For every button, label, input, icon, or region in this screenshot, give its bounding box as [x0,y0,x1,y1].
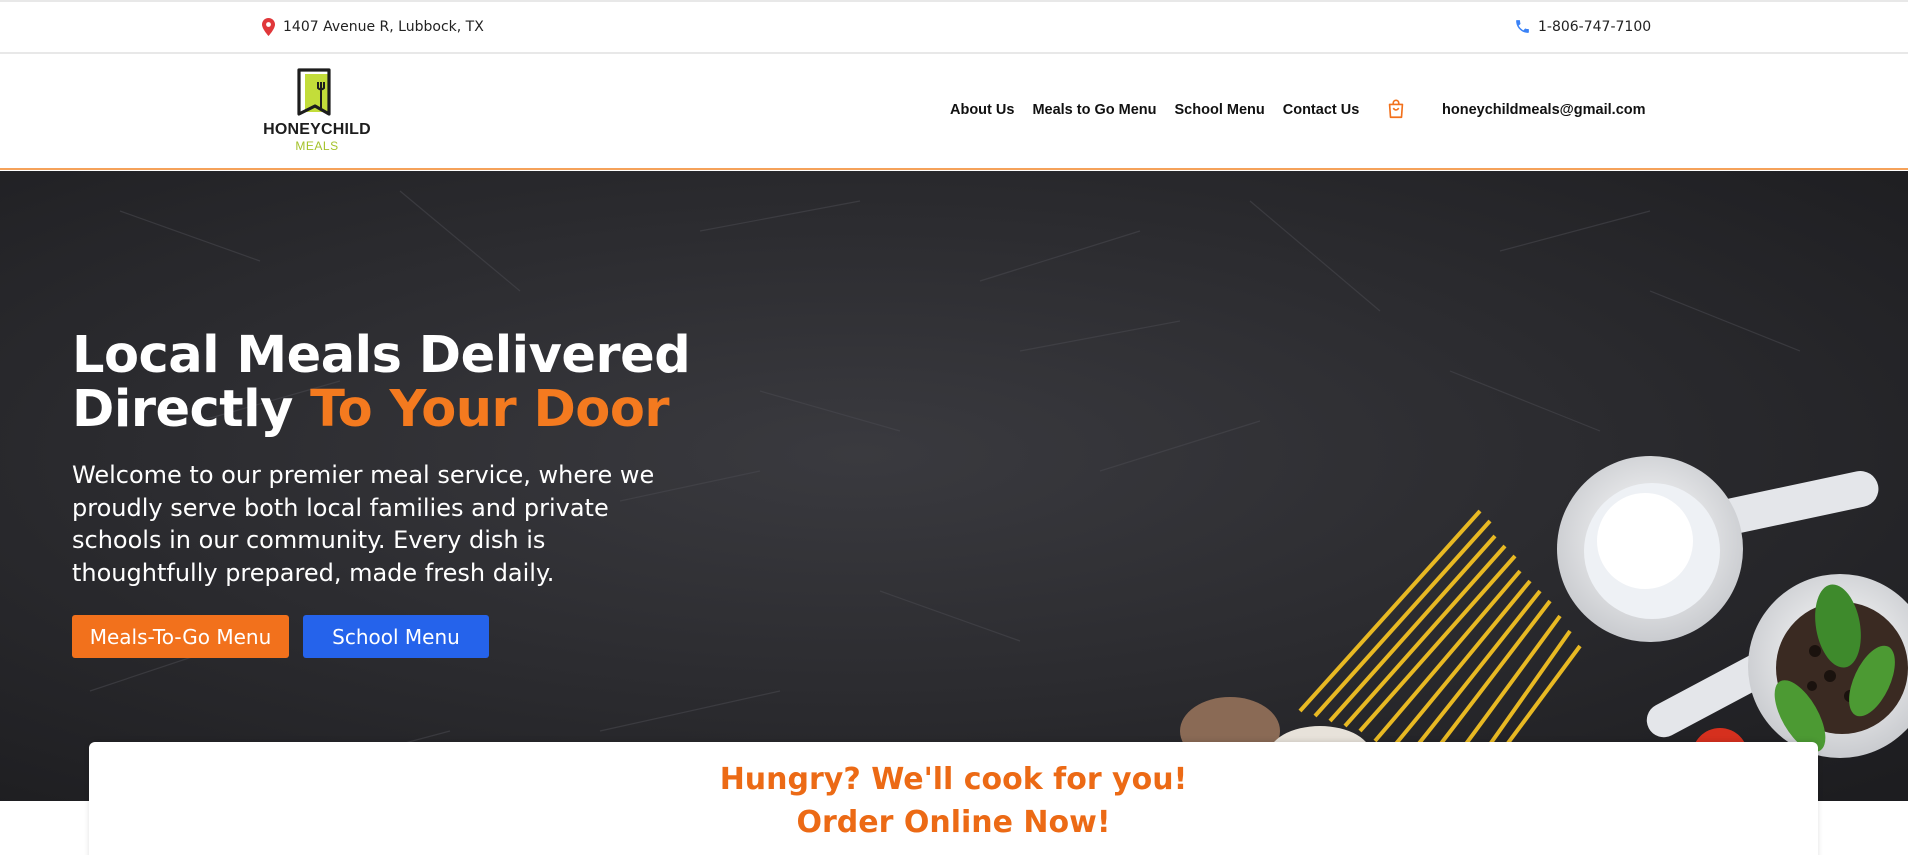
logo-name: HONEYCHILD [263,121,371,138]
main-nav: About Us Meals to Go Menu School Menu Co… [950,102,1377,118]
logo-sub: MEALS [295,139,339,153]
order-online-card: Hungry? We'll cook for you! Order Online… [89,742,1818,855]
hero-title-line1: Local Meals Delivered [72,326,691,385]
hero-lead-text: Welcome to our premier meal service, whe… [72,461,655,587]
hero-title-line2: Directly [72,380,311,439]
logo-mark-icon [297,68,331,116]
logo[interactable]: HONEYCHILD MEALS [262,68,372,156]
address-text: 1407 Avenue R, Lubbock, TX [283,19,484,35]
hero-title-accent: To Your Door [310,380,670,439]
location-pin-icon [262,18,275,36]
hero-title: Local Meals Delivered Directly To Your D… [72,329,712,437]
meals-to-go-menu-button[interactable]: Meals-To-Go Menu [72,615,289,658]
phone-icon [1516,20,1529,33]
order-online-heading: Hungry? We'll cook for you! Order Online… [89,758,1818,844]
order-line1: Hungry? We'll cook for you! [719,762,1188,797]
order-line2[interactable]: Order Online Now! [796,805,1110,840]
address[interactable]: 1407 Avenue R, Lubbock, TX [262,18,484,36]
site-header: HONEYCHILD MEALS About Us Meals to Go Me… [0,54,1908,170]
email-link[interactable]: honeychildmeals@gmail.com [1442,102,1646,118]
shopping-bag-icon[interactable] [1385,98,1407,120]
nav-contact-us[interactable]: Contact Us [1283,102,1360,118]
nav-meals-to-go-menu[interactable]: Meals to Go Menu [1032,102,1156,118]
school-menu-button[interactable]: School Menu [303,615,489,658]
hero-section: Local Meals Delivered Directly To Your D… [0,171,1908,801]
top-info-bar: 1407 Avenue R, Lubbock, TX 1-806-747-710… [0,0,1908,54]
nav-about-us[interactable]: About Us [950,102,1014,118]
nav-school-menu[interactable]: School Menu [1175,102,1265,118]
phone-number[interactable]: 1-806-747-7100 [1514,18,1651,35]
phone-text: 1-806-747-7100 [1538,18,1652,35]
